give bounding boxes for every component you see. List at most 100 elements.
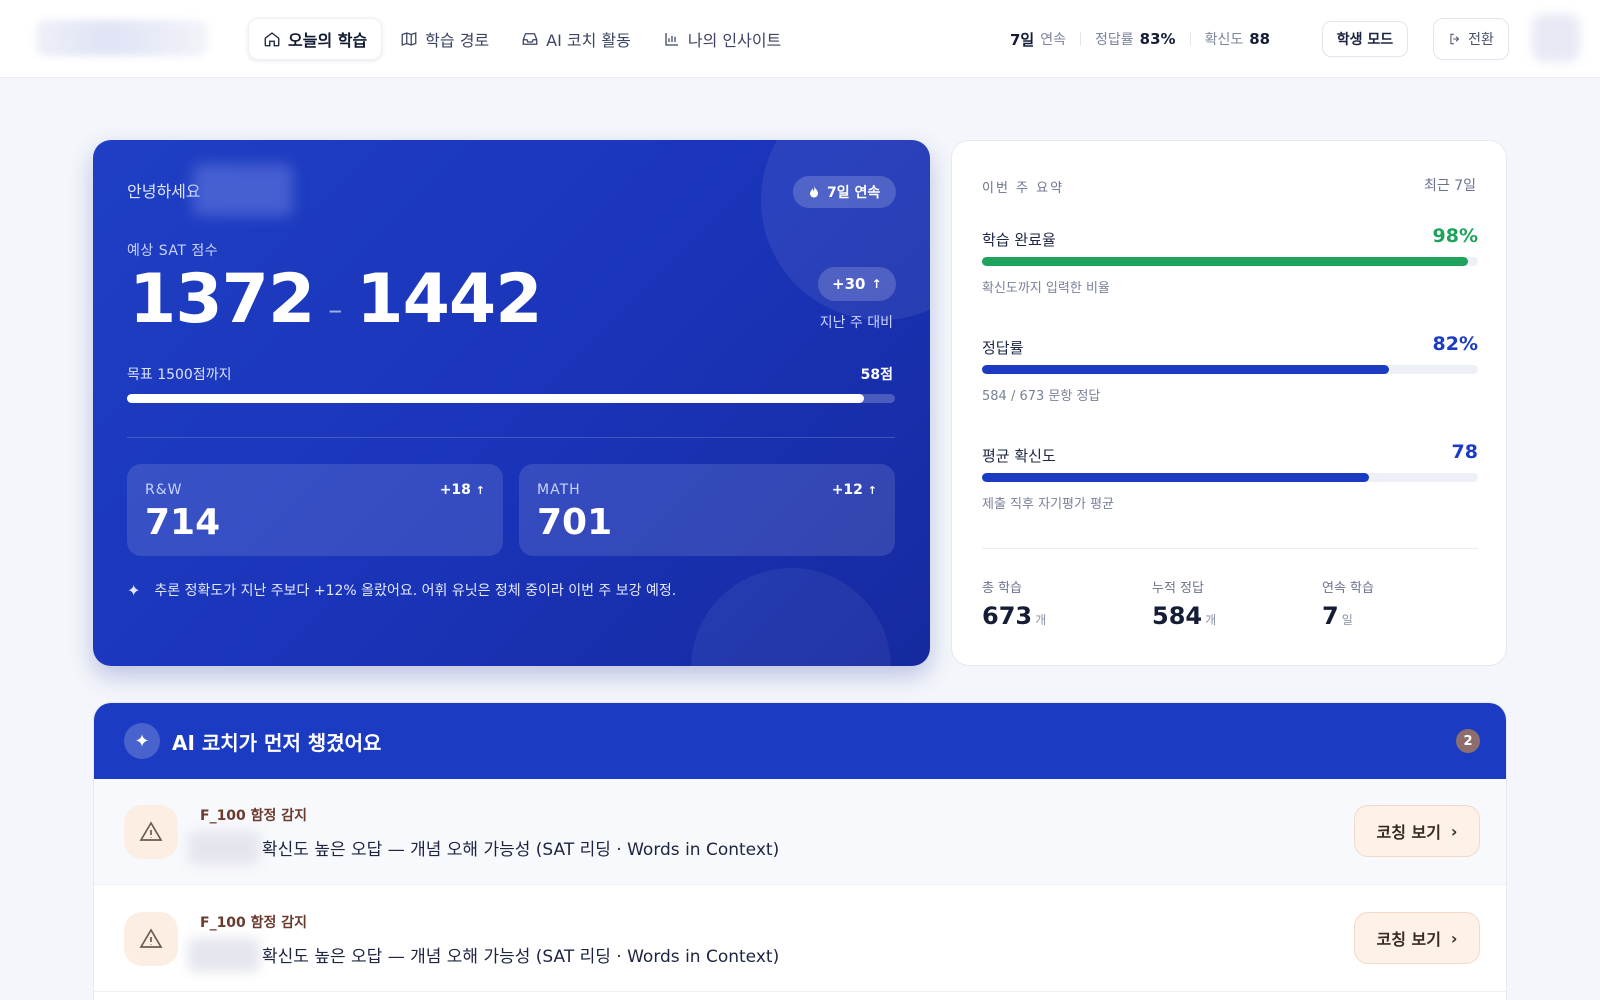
warning-icon (139, 821, 163, 841)
button-label: 코칭 보기 (1376, 823, 1441, 842)
subscore-value: 701 (537, 502, 613, 543)
confidence-value: 88 (1249, 30, 1271, 48)
confidence-stat: 확신도 88 (1191, 29, 1285, 49)
metric-label: 평균 확신도 (982, 447, 1056, 465)
metric-progress-fill (982, 365, 1389, 374)
metric-value: 82% (1432, 333, 1478, 355)
chevron-right-icon: › (1450, 928, 1458, 948)
top-navigation-bar: 오늘의 학습 학습 경로 AI 코치 활동 나의 인사이트 7일 연속 정답률 … (0, 0, 1600, 78)
logo[interactable] (36, 20, 208, 56)
goal-progress-bar (127, 394, 895, 403)
alert-text: 확신도 높은 오답 — 개념 오해 가능성 (SAT 리딩 · Words in… (262, 840, 780, 860)
subscore-card-math[interactable]: MATH +12 ↑ 701 (519, 464, 895, 556)
divider (982, 548, 1478, 549)
main-nav: 오늘의 학습 학습 경로 AI 코치 활동 나의 인사이트 (248, 18, 795, 60)
streak-value: 7일 (1010, 30, 1035, 49)
streak-badge: 7일 연속 (793, 176, 897, 208)
total-label: 연속 학습 (1322, 581, 1374, 596)
nav-item-learning-path[interactable]: 학습 경로 (386, 18, 503, 60)
nav-item-label: 나의 인사이트 (687, 31, 782, 50)
goal-label: 목표 1500점까지 (127, 367, 232, 383)
metric-value: 78 (1451, 441, 1478, 463)
nav-item-label: 학습 경로 (425, 31, 490, 50)
alert-text: 확신도 높은 오답 — 개념 오해 가능성 (SAT 리딩 · Words in… (262, 947, 780, 967)
switch-button[interactable]: 전환 (1433, 18, 1509, 60)
nav-item-today[interactable]: 오늘의 학습 (248, 18, 383, 60)
view-coaching-button[interactable]: 코칭 보기 › (1354, 805, 1480, 857)
logout-icon (1450, 33, 1460, 45)
total-value: 7 (1322, 602, 1339, 630)
goal-progress-fill (127, 394, 865, 403)
coach-alert-row: F_100 함정 감지 확신도 높은 오답 — 개념 오해 가능성 (SAT 리… (94, 886, 1506, 992)
subscore-label: MATH (537, 482, 581, 498)
decor-circle (691, 568, 891, 666)
subscore-delta-value: +12 (831, 482, 863, 498)
arrow-up-icon: ↑ (475, 484, 485, 497)
warning-icon-container (124, 805, 178, 859)
accuracy-stat: 정답률 83% (1081, 29, 1190, 49)
user-name-redacted (193, 164, 293, 216)
metric-progress-bar (982, 365, 1478, 374)
metric-label: 학습 완료율 (982, 231, 1056, 249)
subscore-delta: +12 ↑ (832, 482, 877, 498)
metric-progress-fill (982, 257, 1469, 266)
sat-score-range: 1372 – 1442 (129, 260, 543, 340)
streak-label: 연속 (1040, 32, 1067, 48)
summary-title: 이번 주 요약 (982, 181, 1065, 196)
redacted-thumbnail (188, 938, 260, 972)
ai-coach-title: AI 코치가 먼저 챙겼어요 (172, 731, 382, 755)
flame-icon (810, 186, 818, 198)
view-coaching-button[interactable]: 코칭 보기 › (1354, 912, 1480, 964)
score-delta: +30 (832, 275, 866, 293)
metric-value: 98% (1432, 225, 1478, 247)
subscore-card-rw[interactable]: R&W +18 ↑ 714 (127, 464, 503, 556)
score-dash: – (328, 292, 343, 326)
chevron-right-icon: › (1450, 821, 1458, 841)
sat-score-label: 예상 SAT 점수 (127, 243, 219, 259)
divider (127, 437, 895, 438)
button-label: 코칭 보기 (1376, 930, 1441, 949)
metric-progress-bar (982, 473, 1478, 482)
total-studied: 총 학습 673 개 (982, 577, 1142, 630)
nav-item-label: AI 코치 활동 (546, 31, 631, 50)
accuracy-label: 정답률 (1095, 32, 1134, 48)
metric-progress-bar (982, 257, 1478, 266)
switch-label: 전환 (1468, 32, 1494, 48)
hero-insight-note: ✦ 추론 정확도가 지난 주보다 +12% 올랐어요. 어휘 유닛은 정체 중이… (127, 580, 676, 600)
total-streak: 연속 학습 7일 (1322, 577, 1482, 630)
coach-alert-row: F_100 함정 감지 확신도 높은 오답 — 개념 오해 가능성 (SAT 리… (94, 779, 1506, 885)
subscore-delta: +18 ↑ (440, 482, 485, 498)
score-high: 1442 (356, 260, 542, 339)
student-mode-button[interactable]: 학생 모드 (1322, 21, 1408, 57)
metric-label: 정답률 (982, 339, 1024, 357)
alert-tag: F_100 함정 감지 (200, 808, 308, 824)
score-delta-sub: 지난 주 대비 (819, 315, 893, 331)
total-unit: 개 (1205, 613, 1217, 627)
header-stats: 7일 연속 정답률 83% 확신도 88 (996, 18, 1284, 60)
metric-sub: 제출 직후 자기평가 평균 (982, 497, 1114, 512)
nav-item-ai-coach[interactable]: AI 코치 활동 (507, 18, 645, 60)
total-value: 673 (982, 602, 1033, 630)
score-delta-badge: +30 ↑ (818, 267, 896, 301)
confidence-label: 확신도 (1204, 32, 1244, 48)
arrow-up-icon: ↑ (871, 277, 882, 291)
total-label: 총 학습 (982, 581, 1023, 596)
total-label: 누적 정답 (1152, 581, 1204, 596)
total-correct: 누적 정답 584 개 (1152, 577, 1312, 630)
score-hero-card: 안녕하세요 7일 연속 예상 SAT 점수 1372 – 1442 +30 ↑ … (93, 140, 930, 666)
sparkle-icon: ✦ (127, 580, 141, 600)
metric-progress-fill (982, 473, 1369, 482)
weekly-summary-card: 이번 주 요약 최근 7일 학습 완료율 98% 확신도까지 입력한 비율 정답… (951, 140, 1507, 666)
avatar[interactable] (1532, 14, 1580, 62)
arrow-up-icon: ↑ (867, 484, 877, 497)
total-unit: 일 (1341, 613, 1353, 627)
subscore-delta-value: +18 (439, 482, 471, 498)
bar-chart-icon (665, 33, 678, 46)
redacted-thumbnail (188, 831, 260, 865)
accuracy-value: 83% (1139, 30, 1176, 48)
streak-badge-label: 7일 연속 (827, 185, 881, 201)
home-icon (264, 32, 280, 47)
nav-item-insights[interactable]: 나의 인사이트 (649, 18, 795, 60)
map-icon (401, 32, 417, 46)
hero-note-text: 추론 정확도가 지난 주보다 +12% 올랐어요. 어휘 유닛은 정체 중이라 … (154, 583, 677, 599)
